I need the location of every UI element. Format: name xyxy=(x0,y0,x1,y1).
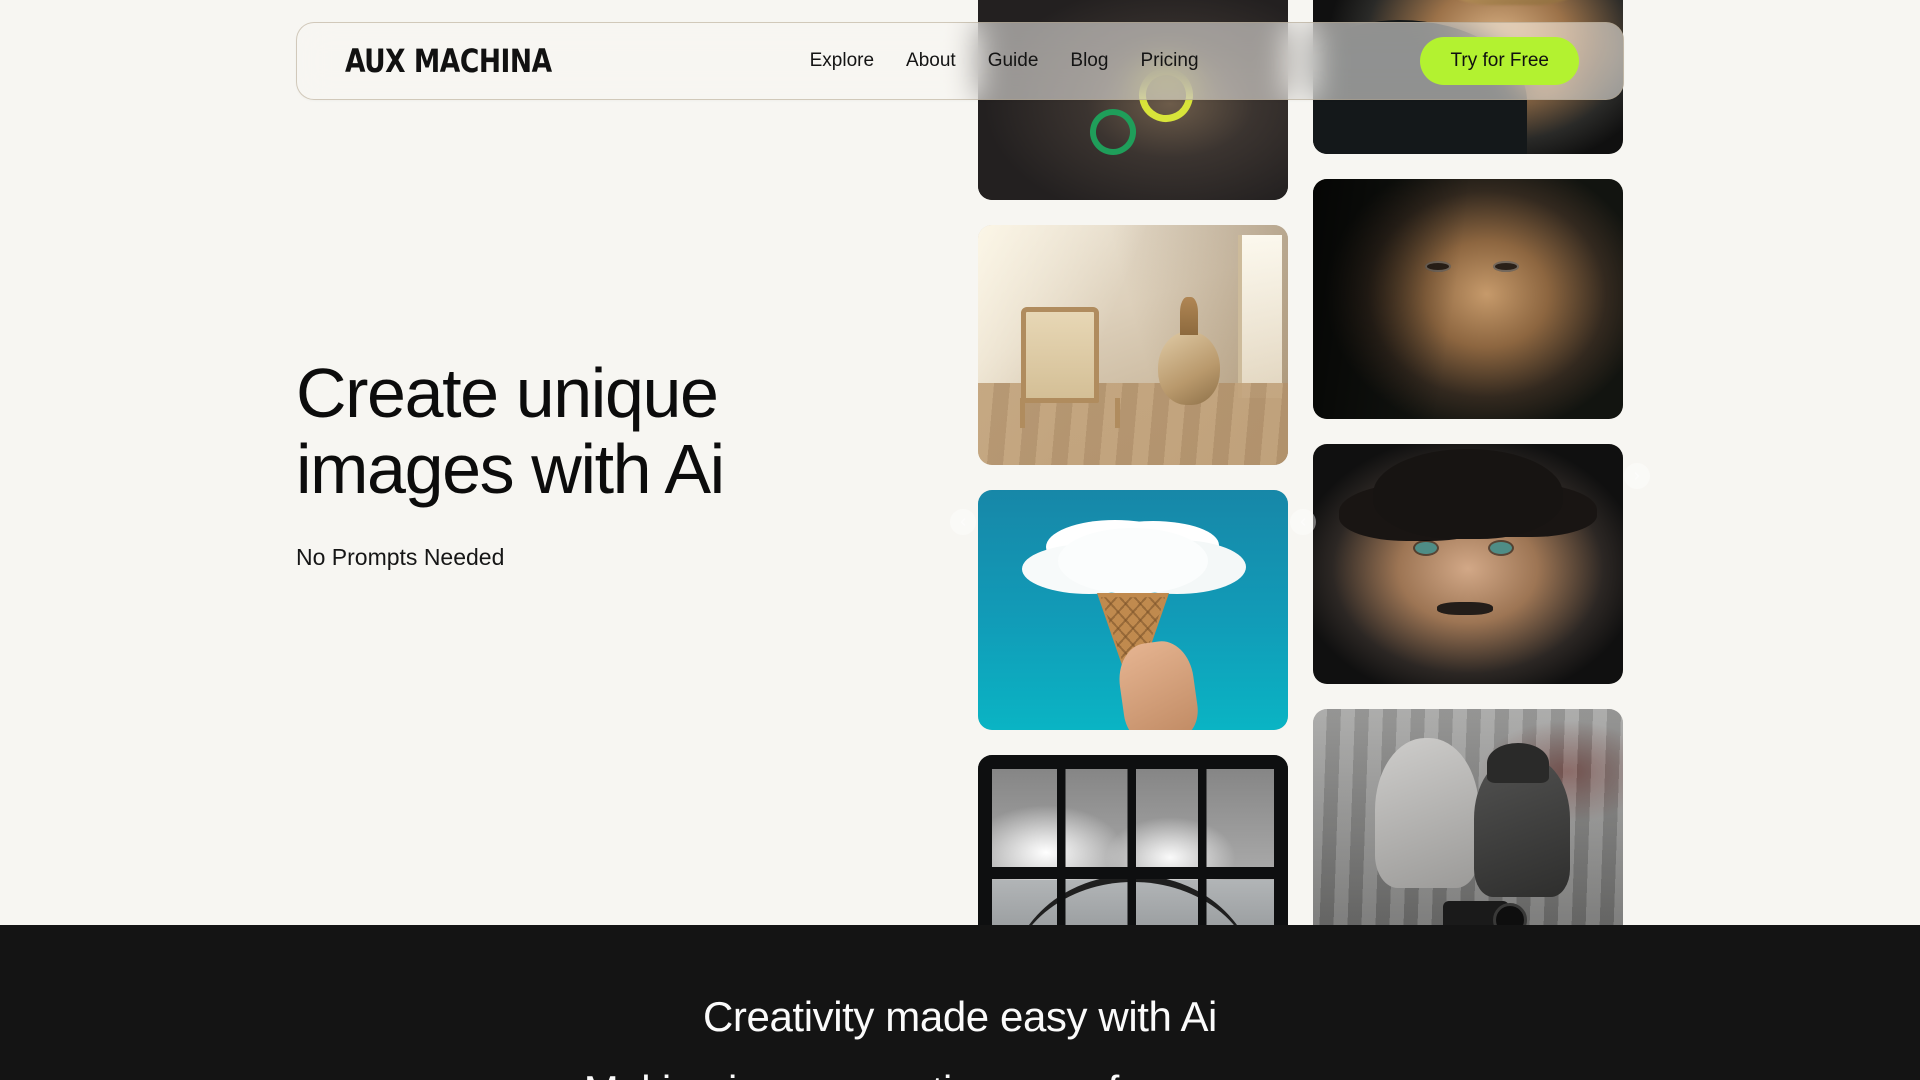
hero-subtitle: No Prompts Needed xyxy=(296,543,505,570)
site-header: AUX MACHINA Explore About Guide Blog Pri… xyxy=(296,22,1624,100)
chevron-left-icon xyxy=(957,516,969,528)
nav-item-blog[interactable]: Blog xyxy=(1070,50,1108,72)
nav-item-about[interactable]: About xyxy=(906,50,956,72)
img-street-couple xyxy=(1313,709,1623,949)
chevron-right-icon xyxy=(1631,470,1643,482)
creativity-section: Creativity made easy with Ai Making imag… xyxy=(0,925,1920,1080)
chevron-left-icon xyxy=(1297,516,1309,528)
gallery-prev-button-right-column[interactable] xyxy=(1290,509,1316,535)
nav-item-explore[interactable]: Explore xyxy=(810,50,874,72)
gallery-image-street-couple[interactable] xyxy=(1313,709,1623,949)
primary-navigation: Explore About Guide Blog Pricing xyxy=(810,50,1199,72)
gallery-image-sunlit-interior[interactable] xyxy=(978,225,1288,465)
gallery-next-button[interactable] xyxy=(1624,463,1650,489)
nav-item-pricing[interactable]: Pricing xyxy=(1140,50,1198,72)
img-sunlit-interior xyxy=(978,225,1288,465)
gallery-image-curly-man[interactable] xyxy=(1313,444,1623,684)
creativity-subheading: Making image creation easy for everyone xyxy=(0,1067,1920,1080)
img-curly-man xyxy=(1313,444,1623,684)
site-logo[interactable]: AUX MACHINA xyxy=(345,42,552,80)
landing-page: AUX MACHINA Explore About Guide Blog Pri… xyxy=(0,0,1920,1080)
hero-title: Create unique images with Ai xyxy=(296,354,725,509)
gallery-prev-button-left-column[interactable] xyxy=(950,509,976,535)
hero-image-gallery xyxy=(978,0,1638,1080)
nav-item-guide[interactable]: Guide xyxy=(988,50,1039,72)
hero-section: Create unique images with Ai No Prompts … xyxy=(296,355,896,571)
img-cloud-cone xyxy=(978,490,1288,730)
gallery-image-elder-portrait[interactable] xyxy=(1313,179,1623,419)
gallery-image-cloud-cone[interactable] xyxy=(978,490,1288,730)
img-elder-portrait xyxy=(1313,179,1623,419)
creativity-heading: Creativity made easy with Ai xyxy=(702,993,1217,1040)
try-for-free-button[interactable]: Try for Free xyxy=(1420,37,1579,85)
